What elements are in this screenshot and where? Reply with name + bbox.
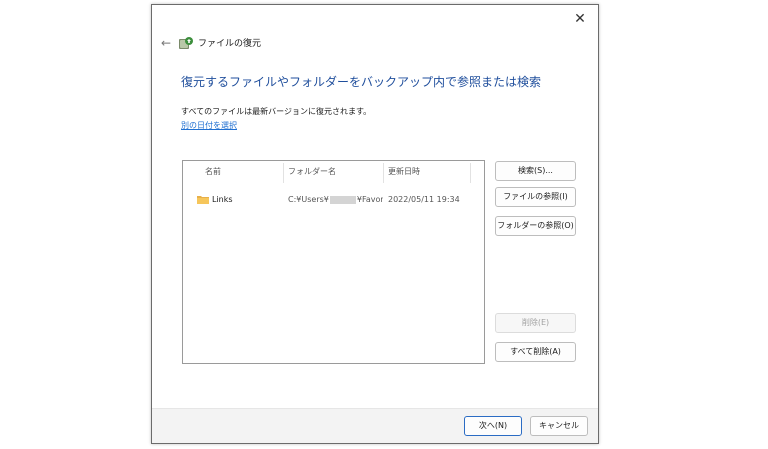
redacted-username: [329, 195, 356, 204]
folder-path-prefix: C:¥Users¥: [288, 195, 329, 204]
browse-files-button[interactable]: ファイルの参照(I): [495, 187, 576, 207]
window-title: ファイルの復元: [198, 39, 262, 49]
list-header: 名前 フォルダー名 更新日時: [183, 161, 484, 183]
folder-path-suffix: ¥Favor...: [356, 195, 383, 204]
page-heading: 復元するファイルやフォルダーをバックアップ内で参照または検索: [181, 75, 542, 89]
close-icon: ✕: [574, 11, 586, 27]
restore-files-icon: [179, 37, 193, 49]
column-separator: [283, 163, 284, 183]
delete-button[interactable]: 削除(E): [495, 313, 576, 333]
file-list[interactable]: 名前 フォルダー名 更新日時 Links C:¥Users¥ ¥Favor... …: [182, 160, 485, 364]
item-folder: C:¥Users¥ ¥Favor...: [288, 191, 383, 209]
description-text: すべてのファイルは最新バージョンに復元されます。: [181, 107, 372, 116]
close-button[interactable]: ✕: [570, 9, 590, 29]
dialog-footer: 次へ(N) キャンセル: [152, 408, 598, 443]
column-separator: [470, 163, 471, 183]
cancel-button[interactable]: キャンセル: [530, 416, 588, 436]
back-button[interactable]: ←: [158, 35, 174, 51]
column-header-modified[interactable]: 更新日時: [388, 161, 420, 183]
column-header-name[interactable]: 名前: [205, 161, 221, 183]
column-header-folder[interactable]: フォルダー名: [288, 161, 336, 183]
list-item[interactable]: Links C:¥Users¥ ¥Favor... 2022/05/11 19:3…: [183, 191, 484, 209]
column-separator: [383, 163, 384, 183]
browse-folders-button[interactable]: フォルダーの参照(O): [495, 216, 576, 236]
back-arrow-icon: ←: [160, 36, 172, 50]
item-modified-date: 2022/05/11 19:34: [388, 195, 460, 204]
search-button[interactable]: 検索(S)...: [495, 161, 576, 181]
choose-date-link[interactable]: 別の日付を選択: [181, 120, 237, 131]
delete-all-button[interactable]: すべて削除(A): [495, 342, 576, 362]
item-name: Links: [212, 195, 233, 204]
next-button[interactable]: 次へ(N): [464, 416, 522, 436]
folder-icon: [197, 196, 209, 204]
restore-files-dialog: ✕ ← ファイルの復元 復元するファイルやフォルダーをバックアップ内で参照または…: [151, 4, 599, 444]
